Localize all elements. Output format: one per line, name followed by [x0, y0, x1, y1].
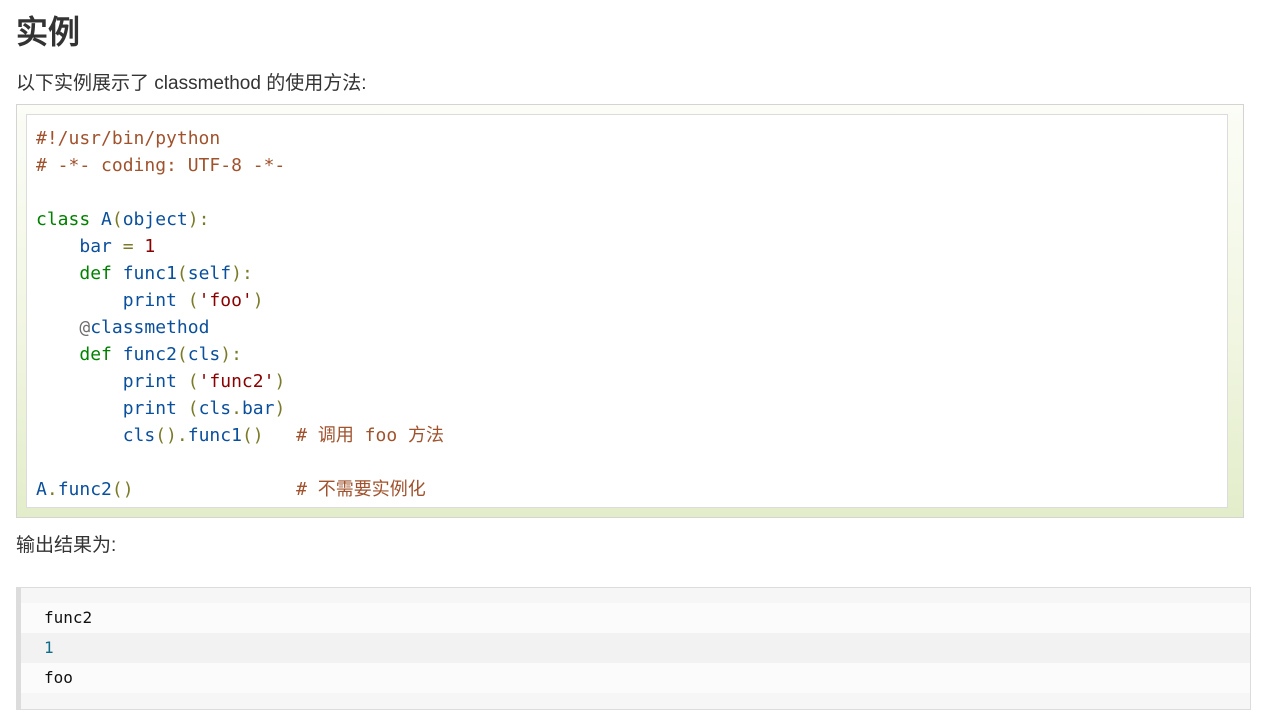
output-label: 输出结果为:: [16, 535, 117, 556]
code-operator: =: [122, 236, 134, 257]
code-keyword-def: def: [79, 344, 112, 365]
code-punct: (: [176, 263, 188, 284]
code-example-box: #!/usr/bin/python # -*- coding: UTF-8 -*…: [16, 104, 1244, 518]
output-line: 1: [21, 633, 1250, 663]
code-punct: (: [187, 398, 199, 419]
code-argument: self: [187, 263, 232, 284]
code-punct: (: [187, 290, 199, 311]
code-class-name: A: [101, 209, 112, 230]
code-keyword-def: def: [79, 263, 112, 284]
code-argument: cls: [187, 344, 221, 365]
code-punct: ): [274, 371, 286, 392]
code-comment-call-foo: # 调用 foo 方法: [296, 425, 444, 446]
code-punct: ): [274, 398, 286, 419]
code-decorator-name: classmethod: [90, 317, 210, 338]
code-punct: ):: [187, 209, 210, 230]
code-punct: (: [176, 344, 188, 365]
code-block[interactable]: #!/usr/bin/python # -*- coding: UTF-8 -*…: [26, 114, 1228, 508]
code-punct: (: [187, 371, 199, 392]
code-attribute: bar: [241, 398, 275, 419]
code-comment-shebang: #!/usr/bin/python: [36, 128, 221, 149]
code-punct: ):: [220, 344, 242, 365]
code-punct: ):: [231, 263, 253, 284]
code-print-call: print: [122, 371, 177, 392]
code-punct: ): [252, 290, 264, 311]
code-comment-encoding: # -*- coding: UTF-8 -*-: [36, 155, 286, 176]
page-title: 实例: [16, 14, 81, 50]
code-decorator-symbol: @: [79, 317, 91, 338]
code-print-call: print: [122, 290, 177, 311]
code-print-call: print: [122, 398, 177, 419]
code-number: 1: [144, 236, 156, 257]
code-string: 'func2': [198, 371, 275, 392]
code-punct: .: [176, 425, 188, 446]
code-punct: (): [111, 479, 134, 500]
code-punct: (: [111, 209, 123, 230]
code-function-name: func1: [122, 263, 177, 284]
code-content: #!/usr/bin/python # -*- coding: UTF-8 -*…: [36, 125, 1227, 503]
code-function-call: func1: [187, 425, 242, 446]
code-punct: (): [155, 425, 177, 446]
output-line: foo: [21, 663, 1250, 693]
code-function-name: func2: [122, 344, 177, 365]
code-string: 'foo': [198, 290, 253, 311]
code-punct: .: [231, 398, 242, 419]
code-object: cls: [122, 425, 156, 446]
intro-text: 以下实例展示了 classmethod 的使用方法:: [16, 73, 367, 94]
code-function-call: func2: [57, 479, 112, 500]
output-line: func2: [21, 603, 1250, 633]
code-keyword-class: class: [36, 209, 91, 230]
code-comment-no-instance: # 不需要实例化: [296, 479, 426, 500]
code-object: A: [36, 479, 47, 500]
code-base-class: object: [122, 209, 188, 230]
code-object: cls: [198, 398, 232, 419]
output-block[interactable]: func2 1 foo: [16, 587, 1251, 710]
code-punct: .: [46, 479, 58, 500]
code-variable: bar: [79, 236, 112, 257]
code-punct: (): [241, 425, 264, 446]
